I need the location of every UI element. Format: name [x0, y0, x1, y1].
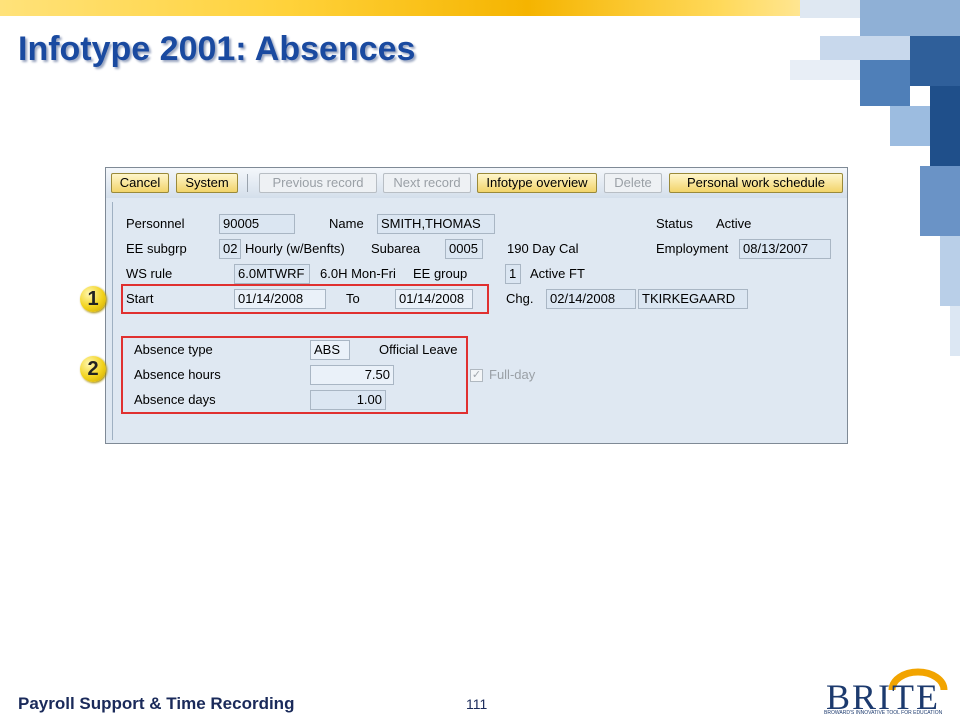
absence-hours-input[interactable]: 7.50: [310, 365, 394, 385]
ws-rule-field: 6.0MTWRF: [234, 264, 310, 284]
delete-button[interactable]: Delete: [604, 173, 662, 193]
ee-subgroup-text: Hourly (w/Benfts): [245, 241, 345, 256]
subarea-label: Subarea: [371, 241, 421, 256]
employment-date-field: 08/13/2007: [739, 239, 831, 259]
name-label: Name: [329, 216, 364, 231]
ee-subgroup-field: 02: [219, 239, 241, 259]
subarea-field: 0005: [445, 239, 483, 259]
changed-date-field: 02/14/2008: [546, 289, 636, 309]
infotype-overview-button[interactable]: Infotype overview: [477, 173, 597, 193]
previous-record-button[interactable]: Previous record: [259, 173, 377, 193]
brite-logo: BRITE BROWARD'S INNOVATIVE TOOL FOR EDUC…: [822, 668, 948, 720]
personal-work-schedule-button[interactable]: Personal work schedule: [669, 173, 843, 193]
employee-name-field: SMITH,THOMAS: [377, 214, 495, 234]
changed-label: Chg.: [506, 291, 534, 306]
full-day-label: Full-day: [489, 367, 536, 382]
status-value: Active: [716, 216, 752, 231]
next-record-button[interactable]: Next record: [383, 173, 471, 193]
changed-by-field: TKIRKEGAARD: [638, 289, 748, 309]
employment-label: Employment: [656, 241, 729, 256]
start-label: Start: [126, 291, 154, 306]
slide-title: Infotype 2001: Absences: [18, 30, 416, 68]
ws-rule-text: 6.0H Mon-Fri: [320, 266, 396, 281]
logo-tagline: BROWARD'S INNOVATIVE TOOL FOR EDUCATION: [824, 710, 943, 716]
ws-rule-label: WS rule: [126, 266, 173, 281]
sap-infotype-screen: Cancel System Previous record Next recor…: [105, 167, 848, 444]
subarea-text: 190 Day Cal: [507, 241, 579, 256]
ee-group-field: 1: [505, 264, 521, 284]
personnel-number-field: 90005: [219, 214, 295, 234]
callout-badge-1: 1: [80, 286, 106, 312]
system-menu-button[interactable]: System: [176, 173, 238, 193]
personnel-label: Personnel: [126, 216, 185, 231]
absence-type-input[interactable]: ABS: [310, 340, 350, 360]
page-number: 111: [466, 696, 488, 712]
absence-type-label: Absence type: [134, 342, 213, 357]
absence-days-field: 1.00: [310, 390, 386, 410]
start-date-input[interactable]: 01/14/2008: [234, 289, 326, 309]
ee-group-label: EE group: [413, 266, 468, 281]
status-label: Status: [656, 216, 693, 231]
to-label: To: [346, 291, 360, 306]
end-date-input[interactable]: 01/14/2008: [395, 289, 473, 309]
toolbar-separator: [247, 174, 248, 192]
cancel-button[interactable]: Cancel: [111, 173, 169, 193]
absence-type-text: Official Leave: [379, 342, 458, 357]
absence-days-label: Absence days: [134, 392, 216, 407]
ee-group-text: Active FT: [530, 266, 585, 281]
application-toolbar: Cancel System Previous record Next recor…: [106, 168, 847, 198]
callout-badge-2: 2: [80, 356, 106, 382]
left-border-rule: [112, 202, 113, 440]
ee-subgroup-label: EE subgrp: [126, 241, 187, 256]
full-day-checkbox[interactable]: ✓: [470, 369, 483, 382]
footer-course-title: Payroll Support & Time Recording: [18, 694, 295, 713]
absence-hours-label: Absence hours: [134, 367, 221, 382]
